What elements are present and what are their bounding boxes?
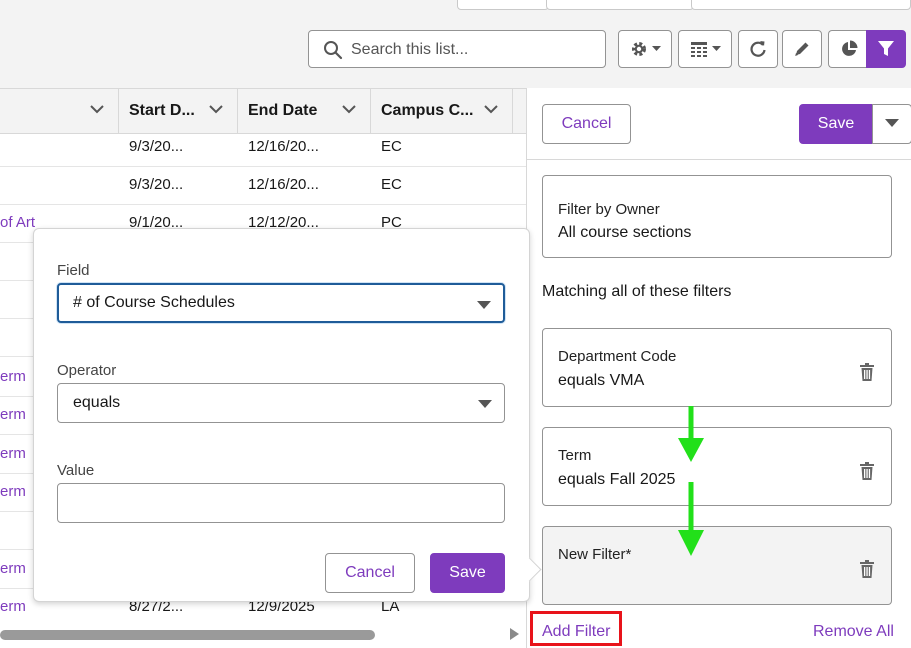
top-button-fragment[interactable]	[546, 0, 694, 10]
column-header-end-date[interactable]: End Date	[237, 89, 370, 133]
search-box[interactable]	[308, 30, 606, 68]
filter-panel-header: Cancel Save	[527, 88, 911, 160]
scroll-right-arrow-icon[interactable]	[510, 628, 519, 640]
panel-cancel-button[interactable]: Cancel	[542, 104, 631, 144]
column-header-next[interactable]	[512, 89, 526, 133]
horizontal-scrollbar[interactable]	[0, 628, 526, 642]
filter-by-owner-card[interactable]: Filter by Owner All course sections	[542, 175, 892, 258]
filter-editor-popover: Field # of Course Schedules Operator equ…	[33, 228, 542, 602]
panel-save-menu-button[interactable]	[872, 104, 911, 144]
cell-name-link[interactable]: erm	[0, 396, 26, 434]
cell-start: 9/3/20...	[129, 176, 184, 193]
scrollbar-thumb[interactable]	[0, 630, 375, 640]
cell-name-link[interactable]: erm	[0, 473, 26, 511]
list-toolbar	[0, 30, 911, 70]
operator-select-value: equals	[73, 394, 121, 411]
chevron-down-icon	[711, 46, 721, 51]
remove-all-link[interactable]: Remove All	[813, 623, 894, 641]
cell-campus: EC	[381, 176, 402, 193]
field-select[interactable]: # of Course Schedules	[57, 283, 505, 323]
chevron-down-icon	[651, 46, 661, 51]
pie-chart-icon	[841, 40, 857, 56]
filter-card-term[interactable]: Term equals Fall 2025	[542, 427, 892, 506]
filter-value: equals VMA	[558, 372, 645, 389]
popover-save-button[interactable]: Save	[430, 553, 505, 593]
column-header-label: Campus C...	[381, 102, 474, 119]
value-input[interactable]	[57, 483, 505, 523]
table-row[interactable]: 9/3/20... 12/16/20... EC	[0, 166, 526, 205]
filter-title: Department Code	[558, 348, 677, 365]
column-header-start-date[interactable]: Start D...	[118, 89, 237, 133]
cell-name-link[interactable]: erm	[0, 588, 26, 626]
cell-name-link[interactable]: erm	[0, 358, 26, 396]
field-select-value: # of Course Schedules	[73, 294, 235, 311]
annotation-highlight-box	[530, 611, 622, 646]
column-header-campus-code[interactable]: Campus C...	[370, 89, 512, 133]
cell-end: 12/16/20...	[248, 138, 319, 155]
operator-label: Operator	[57, 362, 117, 379]
caret-down-icon	[478, 400, 492, 408]
refresh-button[interactable]	[738, 30, 778, 68]
trash-icon[interactable]	[860, 462, 874, 480]
table-row[interactable]: 9/3/20... 12/16/20... EC	[0, 128, 526, 167]
filter-panel: Cancel Save Filter by Owner All course s…	[526, 88, 911, 648]
filter-icon	[878, 41, 894, 56]
chevron-down-icon[interactable]	[342, 105, 356, 114]
owner-filter-title: Filter by Owner	[558, 201, 660, 218]
column-header-name[interactable]	[0, 89, 118, 133]
column-header-label: Start D...	[129, 102, 195, 119]
value-label: Value	[57, 462, 95, 479]
panel-save-button[interactable]: Save	[799, 104, 873, 144]
annotation-arrow	[678, 482, 704, 556]
chevron-down-icon[interactable]	[90, 105, 104, 114]
annotation-arrow	[678, 406, 704, 462]
field-label: Field	[57, 262, 90, 279]
chevron-down-icon[interactable]	[209, 105, 223, 114]
cell-name-link[interactable]: erm	[0, 550, 26, 588]
filter-card-new-filter[interactable]: New Filter*	[542, 526, 892, 605]
column-header-label: End Date	[248, 102, 318, 119]
trash-icon[interactable]	[860, 560, 874, 578]
table-icon	[690, 42, 707, 57]
search-input[interactable]	[349, 37, 603, 63]
owner-filter-value: All course sections	[558, 224, 692, 241]
cell-start: 9/3/20...	[129, 138, 184, 155]
filter-title: New Filter*	[558, 546, 632, 563]
cell-campus: EC	[381, 138, 402, 155]
trash-icon[interactable]	[860, 363, 874, 381]
charts-button[interactable]	[828, 30, 868, 68]
edit-button[interactable]	[782, 30, 822, 68]
popover-cancel-button[interactable]: Cancel	[325, 553, 415, 593]
filter-title: Term	[558, 447, 592, 464]
caret-down-icon	[477, 301, 491, 309]
refresh-icon	[750, 41, 766, 57]
list-settings-button[interactable]	[618, 30, 672, 68]
chevron-down-icon	[885, 119, 899, 127]
filter-button[interactable]	[866, 30, 906, 68]
cell-name-link[interactable]: of Art	[0, 204, 35, 242]
chevron-down-icon[interactable]	[484, 105, 498, 114]
top-button-fragment[interactable]	[691, 0, 911, 10]
cell-end: 12/16/20...	[248, 176, 319, 193]
search-icon	[324, 41, 343, 60]
cell-name-link[interactable]: erm	[0, 435, 26, 473]
matching-filters-label: Matching all of these filters	[542, 283, 732, 300]
filter-value: equals Fall 2025	[558, 471, 676, 488]
pencil-icon	[795, 42, 809, 56]
filter-card-department-code[interactable]: Department Code equals VMA	[542, 328, 892, 407]
top-button-fragment[interactable]	[457, 0, 549, 10]
display-as-button[interactable]	[678, 30, 732, 68]
operator-select[interactable]: equals	[57, 383, 505, 423]
gear-icon	[631, 42, 646, 56]
